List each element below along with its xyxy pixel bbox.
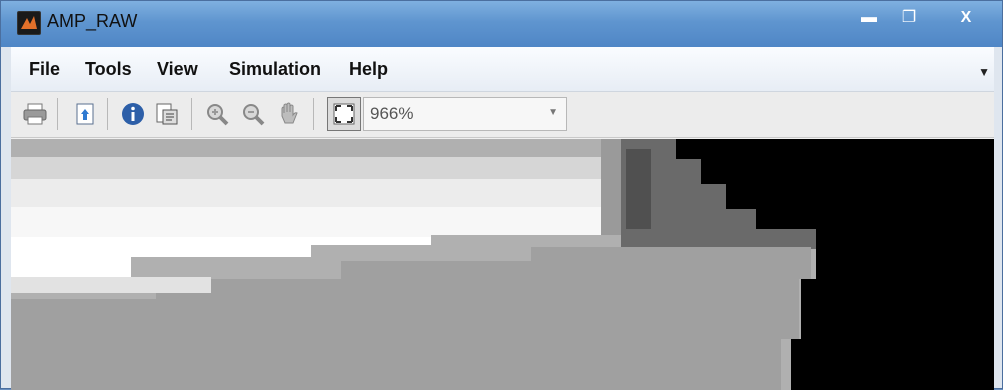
menu-overflow-icon[interactable]: ▼	[978, 65, 990, 79]
close-button[interactable]: X	[931, 5, 1001, 31]
zoom-in-icon[interactable]	[203, 100, 231, 128]
menu-help[interactable]: Help	[349, 59, 388, 80]
title-bar[interactable]: AMP_RAW ▬ ❐ X	[1, 1, 1002, 47]
export-icon[interactable]	[71, 100, 99, 128]
image-canvas[interactable]	[11, 139, 994, 390]
menu-tools[interactable]: Tools	[85, 59, 132, 80]
zoom-level-select[interactable]: 966% ▼	[363, 97, 567, 131]
pan-hand-icon[interactable]	[275, 100, 303, 128]
zoom-out-icon[interactable]	[239, 100, 267, 128]
properties-icon[interactable]	[153, 100, 181, 128]
menu-file[interactable]: File	[29, 59, 60, 80]
info-icon[interactable]	[119, 100, 147, 128]
print-icon[interactable]	[21, 100, 49, 128]
chevron-down-icon[interactable]: ▼	[548, 107, 558, 118]
window-title: AMP_RAW	[47, 11, 138, 31]
app-window: AMP_RAW ▬ ❐ X File Tools View Simulation…	[0, 0, 1003, 390]
minimize-button[interactable]: ▬	[851, 5, 887, 31]
raw-image-view	[11, 139, 994, 390]
fit-to-view-icon[interactable]	[327, 97, 361, 131]
maximize-button[interactable]: ❐	[891, 5, 927, 31]
zoom-level-value: 966%	[370, 104, 414, 123]
toolbar-separator	[57, 98, 58, 130]
toolbar-separator	[191, 98, 192, 130]
menu-bar: File Tools View Simulation Help ▼	[11, 47, 994, 92]
toolbar-separator	[107, 98, 108, 130]
client-area: File Tools View Simulation Help ▼ 966% ▼	[11, 47, 994, 390]
toolbar-separator	[313, 98, 314, 130]
menu-simulation[interactable]: Simulation	[229, 59, 321, 80]
matlab-app-icon	[17, 11, 41, 35]
toolbar: 966% ▼	[11, 92, 994, 138]
menu-view[interactable]: View	[157, 59, 198, 80]
